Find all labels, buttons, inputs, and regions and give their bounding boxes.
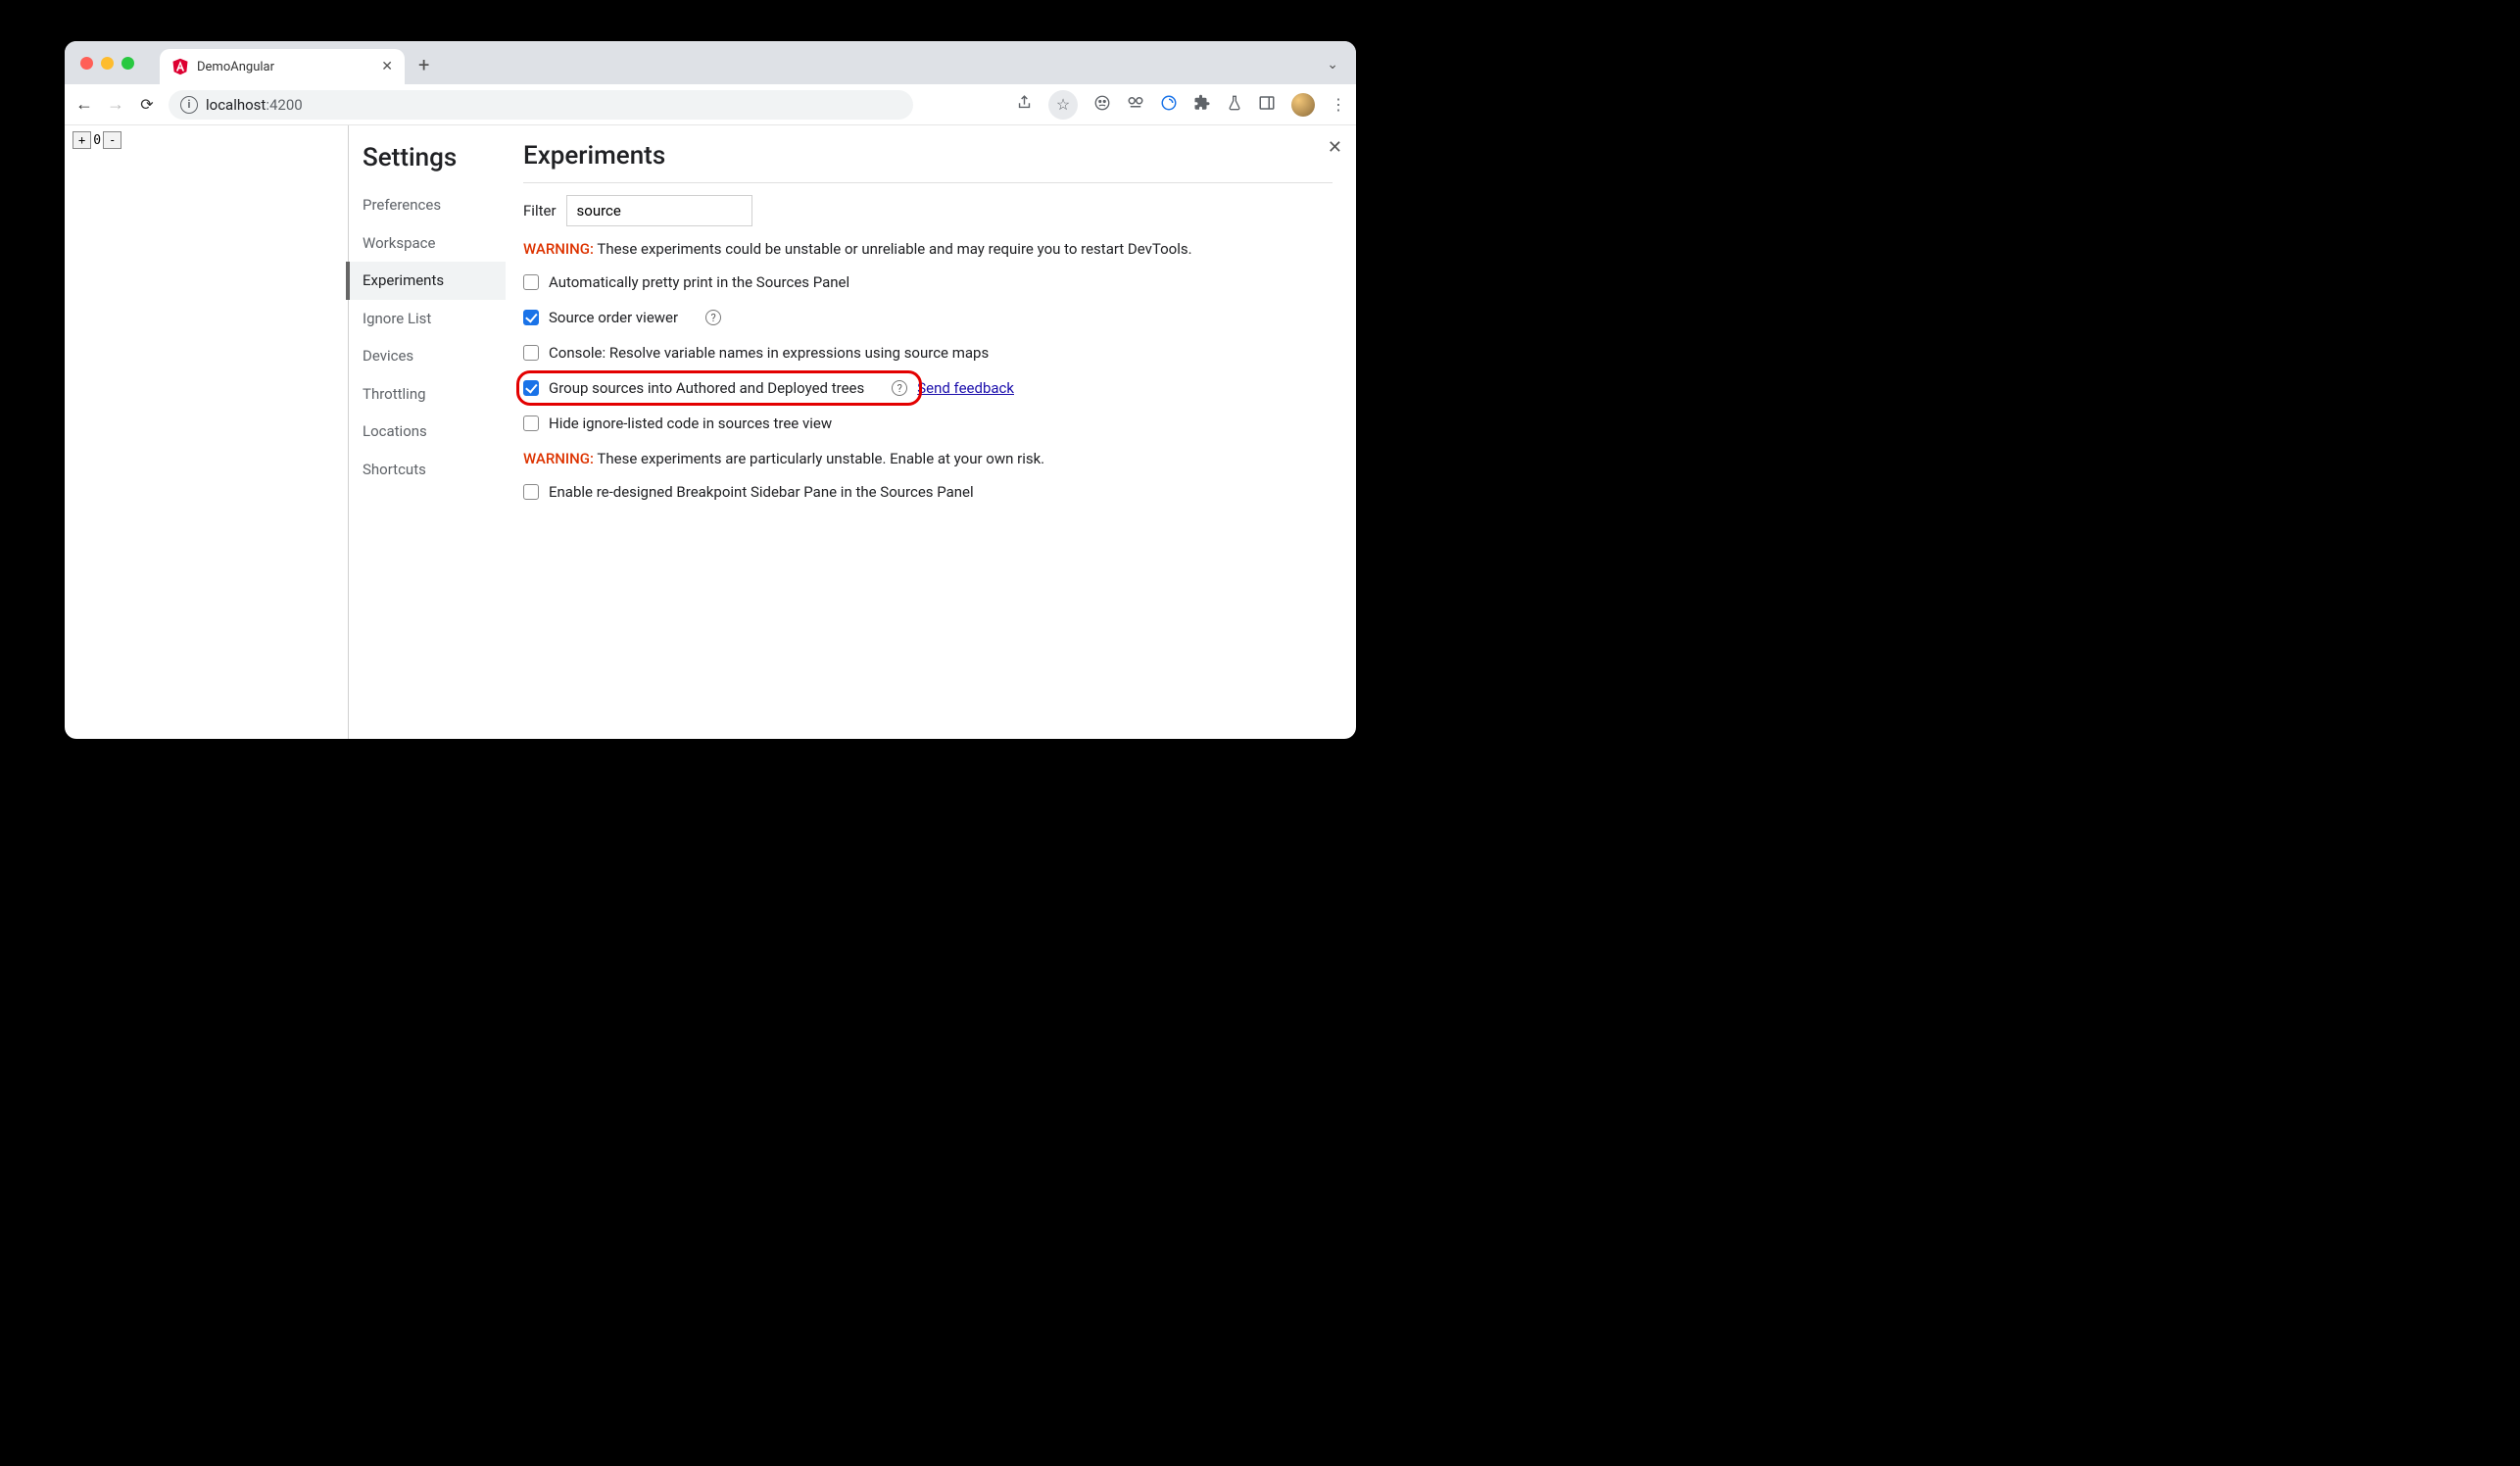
experiment-label: Source order viewer — [549, 309, 678, 326]
content-area: + 0 - ✕ Settings Preferences Workspace E… — [65, 125, 1356, 739]
back-button[interactable]: ← — [74, 94, 94, 115]
nav-throttling[interactable]: Throttling — [363, 375, 506, 414]
filter-row: Filter — [523, 195, 1333, 226]
tabbar-right: ⌄ — [1327, 54, 1346, 73]
warning-very-unstable: WARNING: These experiments are particula… — [523, 450, 1333, 467]
extension-icon-2[interactable] — [1160, 94, 1178, 116]
nav-devices[interactable]: Devices — [363, 337, 506, 375]
angular-icon — [171, 58, 189, 75]
forward-button[interactable]: → — [106, 94, 125, 115]
increment-button[interactable]: + — [73, 131, 91, 149]
counter-value: 0 — [93, 133, 101, 148]
help-icon[interactable]: ? — [892, 380, 907, 396]
nav-shortcuts[interactable]: Shortcuts — [363, 451, 506, 489]
panel-title: Experiments — [523, 141, 1333, 171]
nav-locations[interactable]: Locations — [363, 413, 506, 451]
tabs-menu-icon[interactable]: ⌄ — [1327, 57, 1338, 73]
experiment-label: Hide ignore-listed code in sources tree … — [549, 415, 832, 432]
toolbar-icons: ☆ ⋮ — [1016, 90, 1346, 120]
experiment-source-order-viewer: Source order viewer ? — [523, 309, 1333, 326]
nav-experiments[interactable]: Experiments — [349, 262, 506, 300]
url-host: localhost:4200 — [206, 96, 303, 114]
address-bar: ← → ⟳ i localhost:4200 ☆ — [65, 84, 1356, 125]
warning-unstable: WARNING: These experiments could be unst… — [523, 240, 1333, 258]
settings-title: Settings — [363, 143, 506, 172]
help-icon[interactable]: ? — [705, 310, 721, 325]
checkbox-breakpoint-sidebar[interactable] — [523, 484, 539, 500]
tab-title: DemoAngular — [197, 60, 373, 74]
tab-bar: DemoAngular ✕ + ⌄ — [65, 41, 1356, 84]
incognito-icon[interactable] — [1093, 94, 1111, 116]
experiment-console-resolve: Console: Resolve variable names in expre… — [523, 344, 1333, 362]
settings-sidebar: Settings Preferences Workspace Experimen… — [349, 125, 506, 739]
extension-icon-1[interactable] — [1127, 95, 1144, 114]
experiment-hide-ignore-listed: Hide ignore-listed code in sources tree … — [523, 415, 1333, 432]
url-input[interactable]: i localhost:4200 — [169, 90, 913, 120]
send-feedback-link[interactable]: Send feedback — [917, 379, 1014, 397]
checkbox-source-order-viewer[interactable] — [523, 310, 539, 325]
browser-window: DemoAngular ✕ + ⌄ ← → ⟳ i localhost:4200… — [65, 41, 1356, 739]
experiment-label: Enable re-designed Breakpoint Sidebar Pa… — [549, 483, 974, 501]
close-window-button[interactable] — [80, 57, 93, 70]
experiment-label: Automatically pretty print in the Source… — [549, 273, 849, 291]
close-tab-icon[interactable]: ✕ — [381, 59, 393, 74]
checkbox-hide-ignore-listed[interactable] — [523, 415, 539, 431]
minimize-window-button[interactable] — [101, 57, 114, 70]
filter-label: Filter — [523, 202, 557, 220]
bookmark-icon[interactable]: ☆ — [1048, 90, 1078, 120]
devtools-settings: ✕ Settings Preferences Workspace Experim… — [349, 125, 1356, 739]
reload-button[interactable]: ⟳ — [137, 95, 157, 114]
window-controls — [80, 57, 134, 70]
experiment-breakpoint-sidebar: Enable re-designed Breakpoint Sidebar Pa… — [523, 483, 1333, 501]
labs-icon[interactable] — [1227, 94, 1242, 116]
filter-input[interactable] — [566, 195, 752, 226]
extensions-puzzle-icon[interactable] — [1193, 94, 1211, 116]
counter-widget: + 0 - — [73, 131, 121, 149]
checkbox-console-resolve[interactable] — [523, 345, 539, 361]
nav-ignore-list[interactable]: Ignore List — [363, 300, 506, 338]
experiment-label: Console: Resolve variable names in expre… — [549, 344, 989, 362]
page-content: + 0 - — [65, 125, 349, 739]
experiment-auto-pretty-print: Automatically pretty print in the Source… — [523, 273, 1333, 291]
divider — [523, 182, 1333, 183]
site-info-icon[interactable]: i — [180, 96, 198, 114]
side-panel-icon[interactable] — [1258, 94, 1276, 116]
settings-panel: Experiments Filter WARNING: These experi… — [506, 125, 1356, 739]
checkbox-auto-pretty-print[interactable] — [523, 274, 539, 290]
checkbox-group-sources[interactable] — [523, 380, 539, 396]
experiment-label: Group sources into Authored and Deployed… — [549, 379, 864, 397]
kebab-menu-icon[interactable]: ⋮ — [1331, 95, 1346, 114]
maximize-window-button[interactable] — [121, 57, 134, 70]
share-icon[interactable] — [1016, 94, 1033, 115]
nav-preferences[interactable]: Preferences — [363, 186, 506, 224]
experiment-group-sources: Group sources into Authored and Deployed… — [523, 379, 1333, 397]
decrement-button[interactable]: - — [103, 131, 121, 149]
profile-avatar[interactable] — [1291, 93, 1315, 117]
nav-workspace[interactable]: Workspace — [363, 224, 506, 263]
browser-tab[interactable]: DemoAngular ✕ — [160, 49, 405, 84]
new-tab-button[interactable]: + — [418, 53, 429, 76]
